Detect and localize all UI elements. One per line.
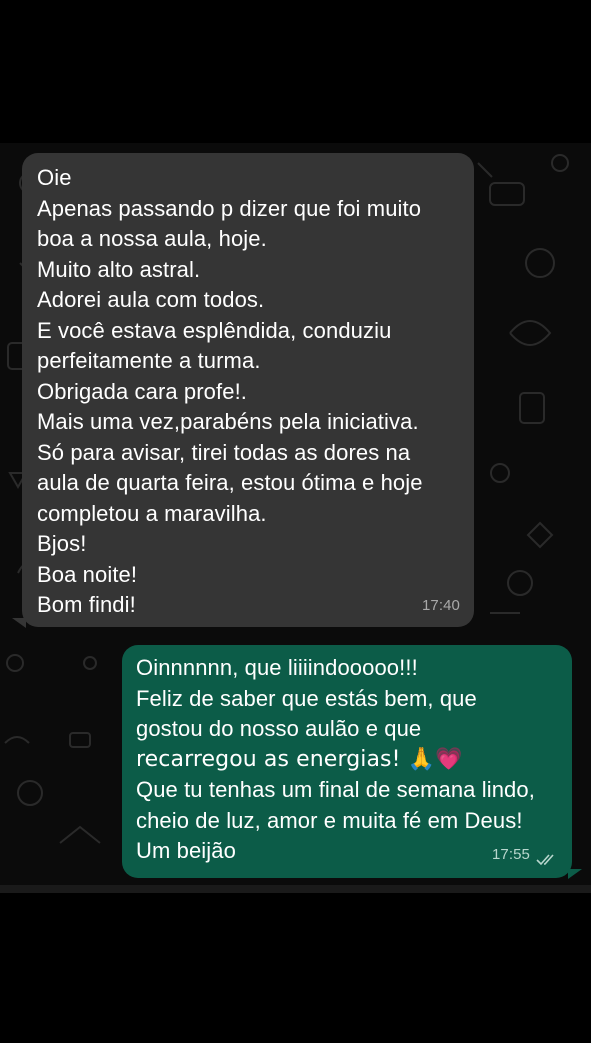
message-line: Bjos! xyxy=(37,531,87,556)
message-line: Bom findi! xyxy=(37,592,136,617)
message-line: Adorei aula com todos. xyxy=(37,287,265,312)
incoming-message-bubble[interactable]: Oie Apenas passando p dizer que foi muit… xyxy=(22,153,474,627)
message-line: recarregou as energias! 🙏💗 xyxy=(136,746,463,772)
message-line: completou a maravilha. xyxy=(37,500,267,526)
message-line: Oie xyxy=(37,165,72,190)
message-line: Feliz de saber que estás bem, que xyxy=(136,685,477,711)
message-line: boa a nossa aula, hoje. xyxy=(37,226,267,251)
message-line: Que tu tenhas um final de semana lindo, xyxy=(136,777,535,802)
message-line: Obrigada cara profe!. xyxy=(37,378,247,404)
message-line: perfeitamente a turma. xyxy=(37,348,261,373)
message-line: Mais uma vez,parabéns pela iniciativa. xyxy=(37,409,419,434)
bottom-divider xyxy=(0,885,591,893)
message-line: gostou do nosso aulão e que xyxy=(136,716,422,741)
message-time: 17:40 xyxy=(421,596,460,614)
message-time: 17:55 xyxy=(491,845,530,863)
message-line: Só para avisar, tirei todas as dores na xyxy=(37,439,411,465)
message-line: aula de quarta feira, estou ótima e hoje xyxy=(37,470,423,495)
message-meta: 17:40 xyxy=(422,591,460,622)
outgoing-bubble-tail xyxy=(568,869,582,879)
message-line: Apenas passando p dizer que foi muito xyxy=(37,195,422,221)
message-line: Muito alto astral. xyxy=(37,256,201,282)
message-line: E você estava esplêndida, conduziu xyxy=(37,317,392,343)
message-line: Oinnnnnn, que liiiindooooo!!! xyxy=(136,655,418,680)
message-line: cheio de luz, amor e muita fé em Deus! xyxy=(136,807,523,833)
chat-screen: Oie Apenas passando p dizer que foi muit… xyxy=(0,0,591,1043)
message-line: Boa noite! xyxy=(37,561,138,587)
double-check-icon xyxy=(536,848,558,865)
outgoing-message-bubble[interactable]: Oinnnnnn, que liiiindooooo!!! Feliz de s… xyxy=(122,645,572,878)
message-meta: 17:55 xyxy=(492,840,558,871)
